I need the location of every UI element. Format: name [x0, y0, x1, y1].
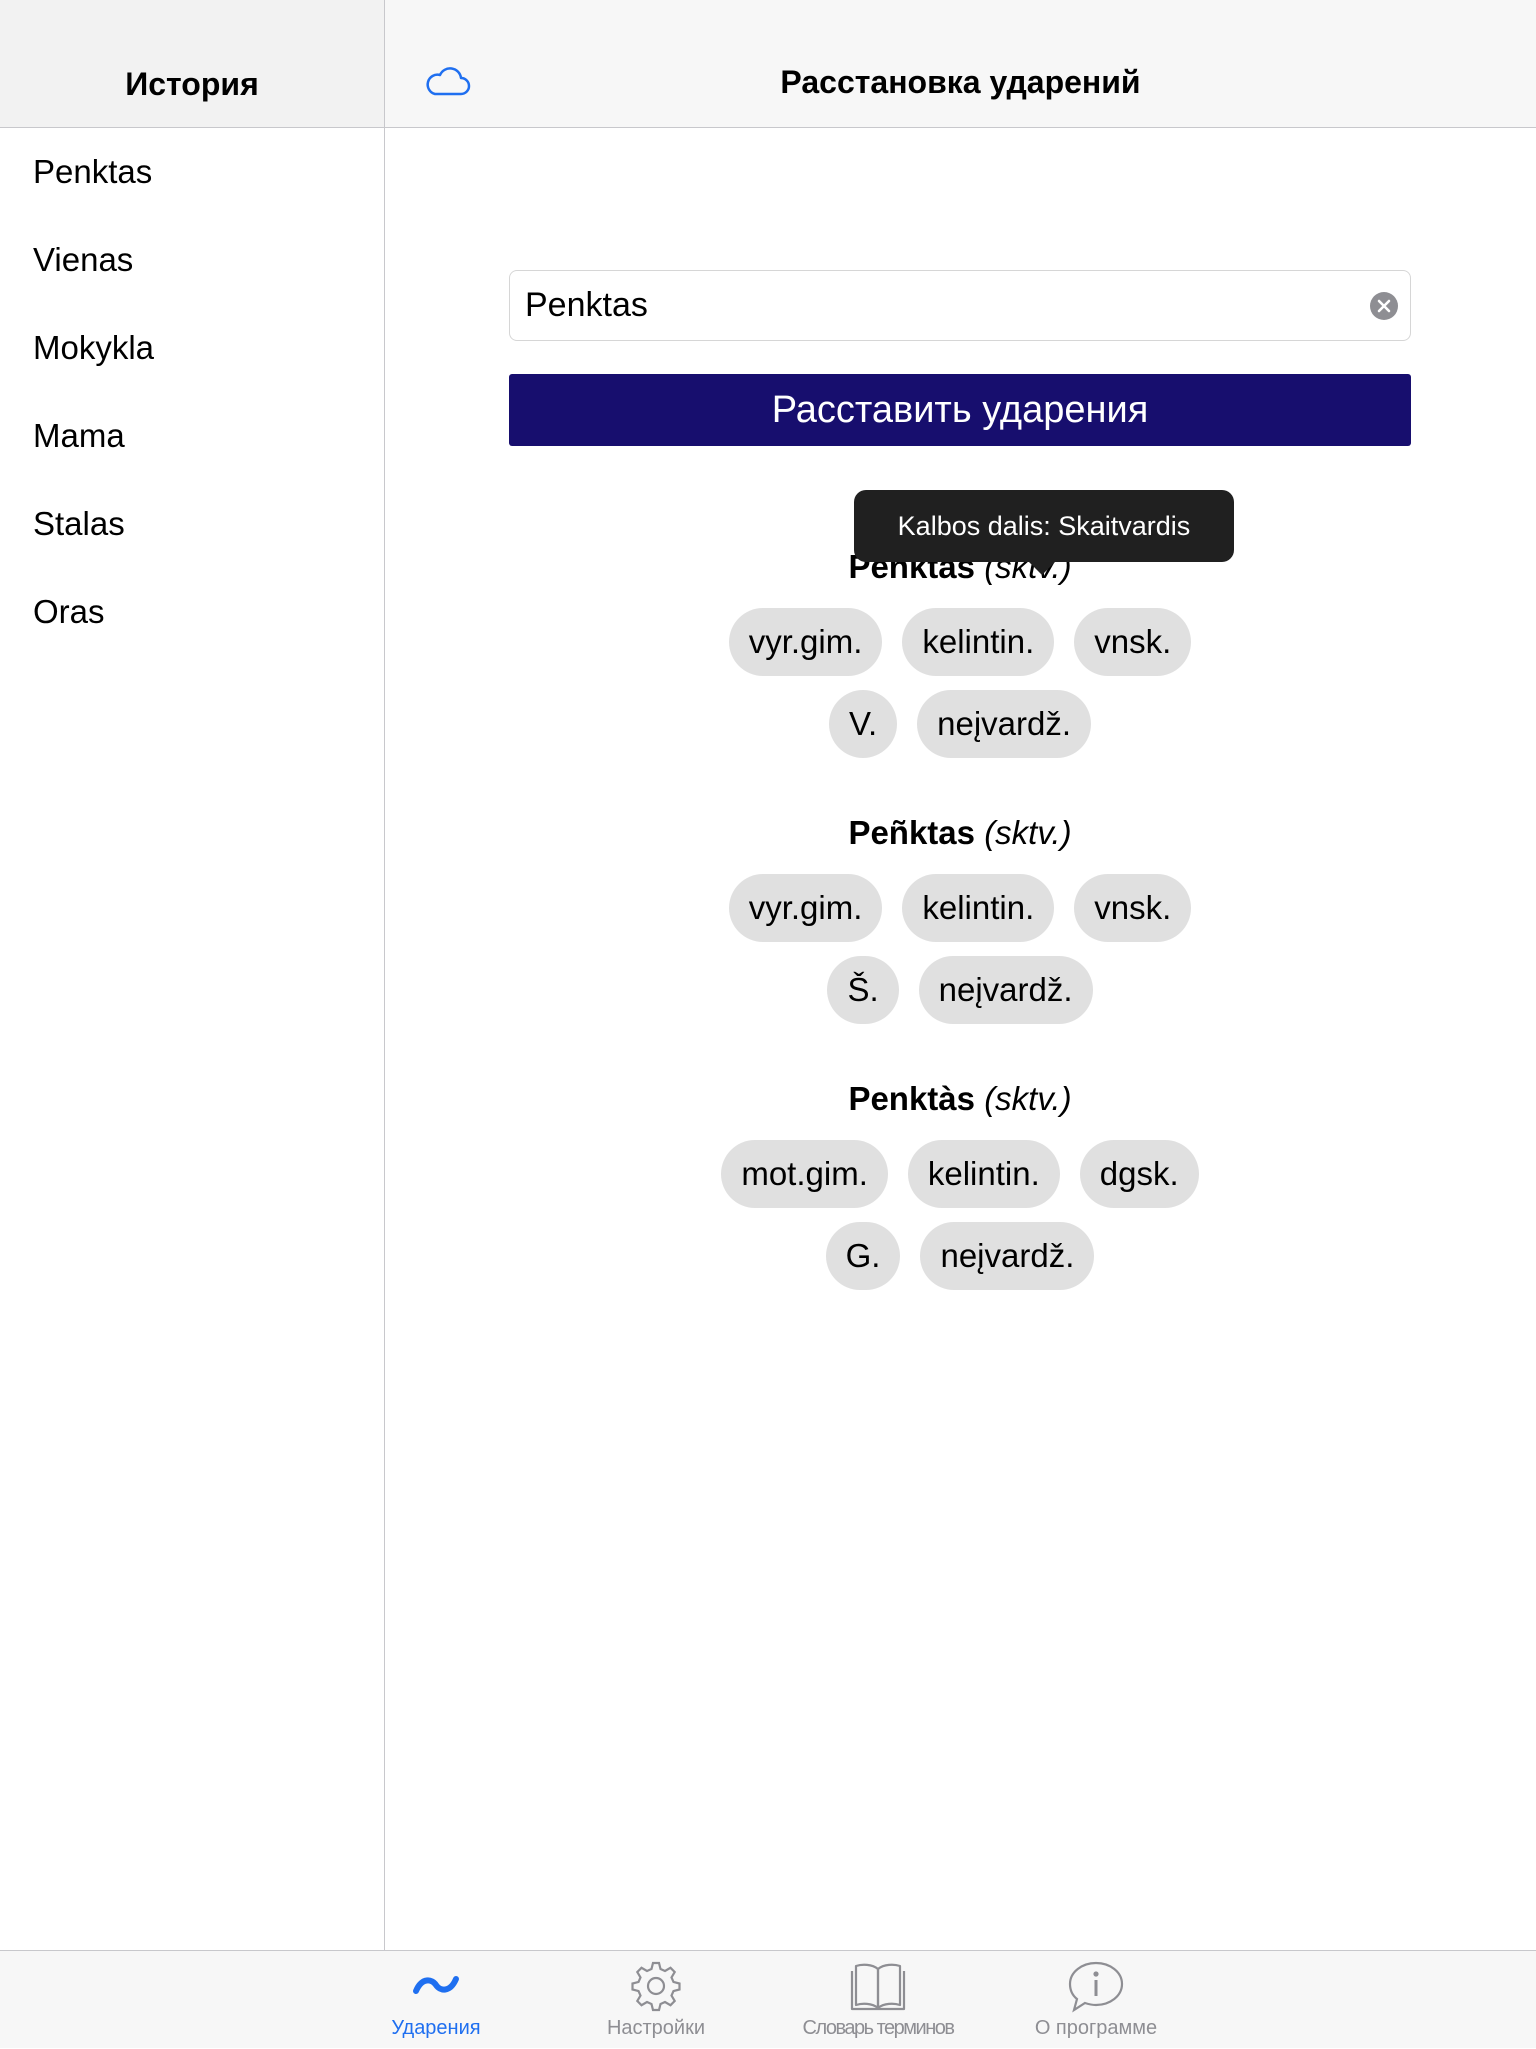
tab-label: Настройки — [606, 2017, 706, 2039]
part-of-speech-tooltip: Kalbos dalis: Skaitvardis — [854, 490, 1234, 562]
clear-icon[interactable] — [1370, 292, 1398, 320]
chip-row: Š. neįvardž. — [509, 956, 1411, 1024]
grammar-chip[interactable]: vyr.gim. — [728, 608, 883, 676]
history-item[interactable]: Oras — [0, 568, 384, 656]
chip-row: V. neįvardž. — [509, 690, 1411, 758]
sidebar-header: История — [0, 0, 384, 128]
grammar-chip[interactable]: kelintin. — [907, 1140, 1060, 1208]
tab-glossary[interactable]: Словарь терминов — [768, 1951, 988, 2049]
history-item[interactable]: Stalas — [0, 480, 384, 568]
result-part-of-speech[interactable]: (sktv.) — [984, 1080, 1071, 1117]
result-word: Peñktas — [848, 814, 976, 851]
tab-label: Словарь терминов — [802, 2017, 955, 2039]
sidebar-title: История — [125, 66, 259, 102]
gear-icon — [631, 1961, 681, 2012]
result-heading: Peñktas (sktv.) — [509, 806, 1411, 860]
history-list: Penktas Vienas Mokykla Mama Stalas Oras — [0, 128, 384, 656]
grammar-chip[interactable]: kelintin. — [902, 608, 1055, 676]
results-list: Peñktas (sktv.) vyr.gim. kelintin. vnsk.… — [509, 540, 1411, 1338]
chip-row: vyr.gim. kelintin. vnsk. — [509, 608, 1411, 676]
tab-label: О программе — [1034, 2017, 1158, 2039]
result-part-of-speech[interactable]: (sktv.) — [984, 814, 1071, 851]
book-icon — [850, 1963, 906, 2011]
result-group: Peñktas (sktv.) vyr.gim. kelintin. vnsk.… — [509, 540, 1411, 758]
grammar-chip[interactable]: mot.gim. — [721, 1140, 888, 1208]
tooltip-arrow — [1028, 561, 1056, 575]
main-panel: Расстановка ударений Penktas Расставить … — [385, 0, 1536, 1950]
grammar-chip[interactable]: neįvardž. — [917, 690, 1092, 758]
history-item[interactable]: Vienas — [0, 216, 384, 304]
tab-bar: Ударения Настройки Словарь терминов О пр… — [0, 1950, 1536, 2048]
history-item[interactable]: Mokykla — [0, 304, 384, 392]
history-item[interactable]: Penktas — [0, 128, 384, 216]
grammar-chip[interactable]: vyr.gim. — [728, 874, 883, 942]
main-header: Расстановка ударений — [385, 0, 1536, 128]
chip-row: vyr.gim. kelintin. vnsk. — [509, 874, 1411, 942]
tab-label: Ударения — [391, 2017, 481, 2039]
grammar-chip[interactable]: dgsk. — [1079, 1140, 1199, 1208]
grammar-chip[interactable]: Š. — [827, 956, 899, 1024]
tilde-icon — [413, 1976, 459, 1994]
grammar-chip[interactable]: neįvardž. — [920, 1222, 1095, 1290]
chip-row: mot.gim. kelintin. dgsk. — [509, 1140, 1411, 1208]
page-title: Расстановка ударений — [780, 64, 1141, 100]
result-group: Penktàs (sktv.) mot.gim. kelintin. dgsk.… — [509, 1072, 1411, 1290]
grammar-chip[interactable]: vnsk. — [1074, 608, 1192, 676]
result-heading: Penktàs (sktv.) — [509, 1072, 1411, 1126]
history-item[interactable]: Mama — [0, 392, 384, 480]
tab-stress[interactable]: Ударения — [326, 1951, 546, 2049]
grammar-chip[interactable]: vnsk. — [1074, 874, 1192, 942]
word-input[interactable]: Penktas — [509, 270, 1411, 341]
result-word: Penktàs — [848, 1080, 976, 1117]
grammar-chip[interactable]: neįvardž. — [918, 956, 1093, 1024]
place-stress-button[interactable]: Расставить ударения — [509, 374, 1411, 446]
tab-about[interactable]: О программе — [986, 1951, 1206, 2049]
tab-settings[interactable]: Настройки — [546, 1951, 766, 2049]
info-bubble-icon — [1068, 1961, 1124, 2013]
chip-row: G. neįvardž. — [509, 1222, 1411, 1290]
grammar-chip[interactable]: V. — [828, 690, 898, 758]
result-group: Peñktas (sktv.) vyr.gim. kelintin. vnsk.… — [509, 806, 1411, 1024]
history-sidebar: История Penktas Vienas Mokykla Mama Stal… — [0, 0, 385, 1950]
word-input-value[interactable]: Penktas — [525, 271, 648, 339]
grammar-chip[interactable]: kelintin. — [902, 874, 1055, 942]
grammar-chip[interactable]: G. — [825, 1222, 901, 1290]
